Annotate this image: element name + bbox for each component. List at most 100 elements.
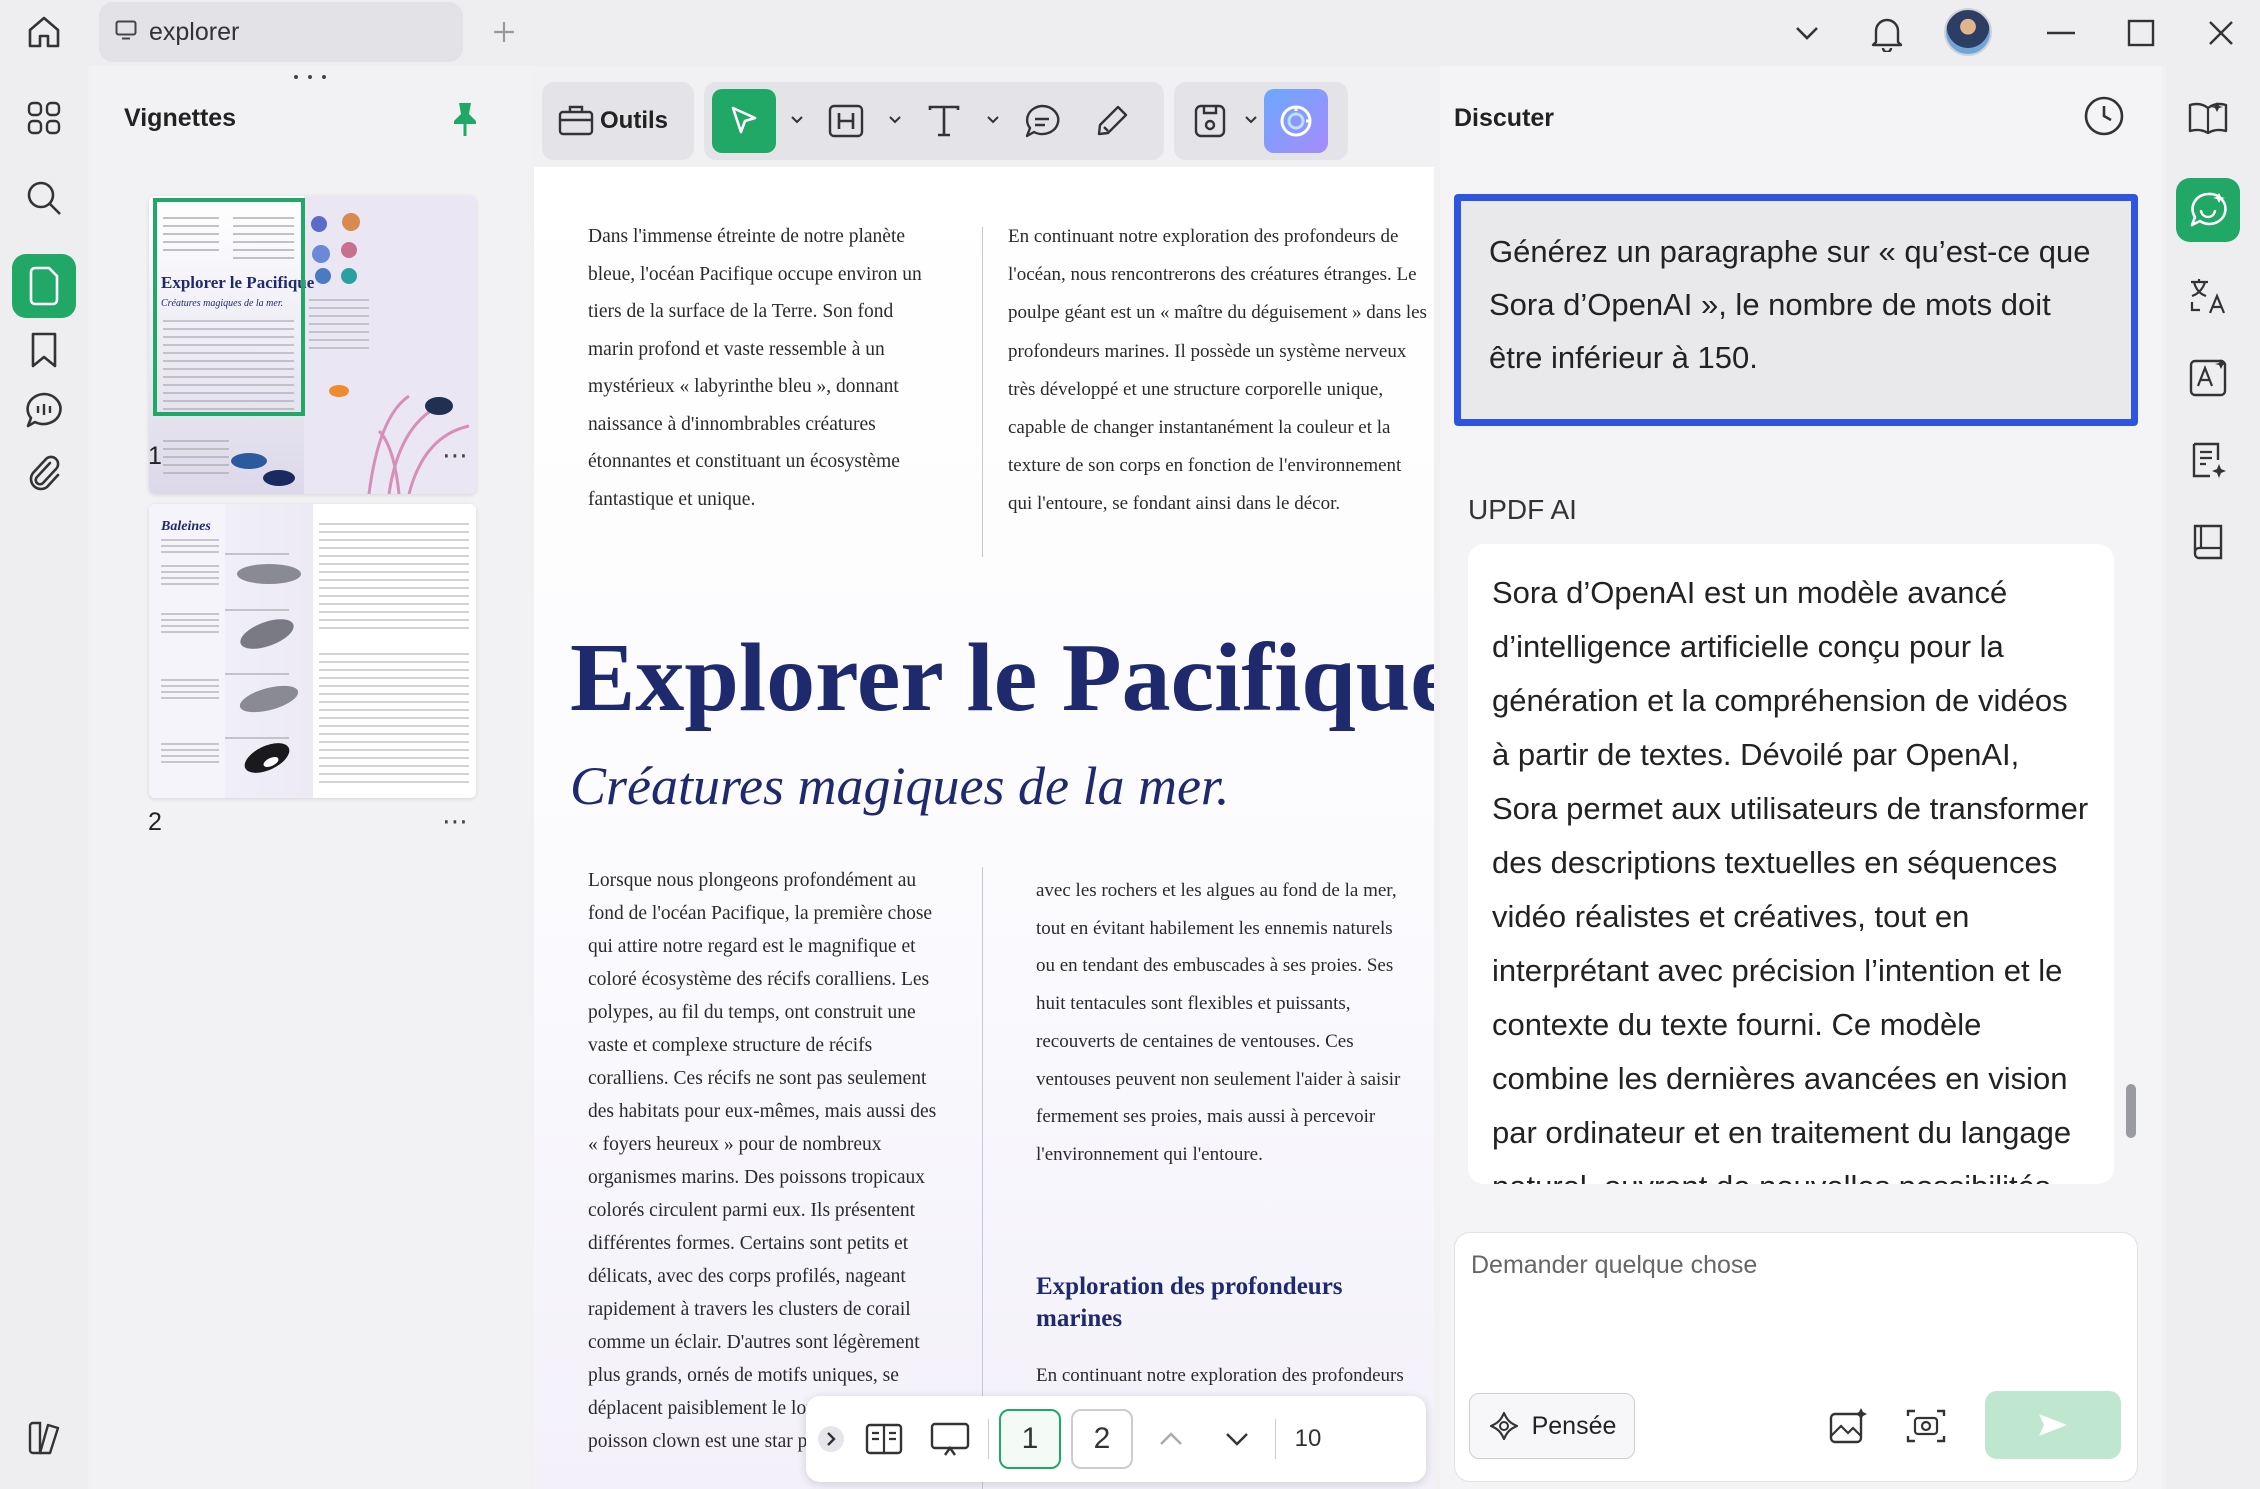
two-page-view-icon (865, 1423, 903, 1455)
body-right-column: avec les rochers et les algues au fond d… (1036, 880, 1401, 1165)
previous-page-button[interactable] (1143, 1409, 1199, 1469)
page-2-preview: Baleines (149, 504, 476, 798)
cursor-arrow-icon (731, 106, 757, 134)
user-prompt-text: Générez un paragraphe sur « qu’est-ce qu… (1489, 234, 2091, 375)
document-subtitle: Créatures magiques de la mer. (570, 756, 1230, 816)
text-chevron-icon[interactable] (986, 112, 1000, 130)
thumb2-title: Baleines (160, 519, 211, 534)
ocr-text-recognition-icon[interactable] (2176, 346, 2240, 410)
ai-chat-icon[interactable] (2176, 178, 2240, 242)
chat-panel: Discuter Générez un paragraphe sur « qu’… (1440, 66, 2162, 1489)
apps-grid-icon[interactable] (12, 86, 76, 150)
new-tab-plus-icon[interactable] (484, 12, 524, 52)
tools-group: Outils (542, 82, 694, 160)
thumbnails-page-icon[interactable] (12, 254, 76, 318)
left-rail (0, 66, 88, 1489)
page-1-button[interactable]: 1 (999, 1409, 1061, 1469)
page-thumbnail-1[interactable]: Explorer le Pacifique Créatures magiques… (149, 196, 476, 494)
summarize-document-icon[interactable] (2176, 428, 2240, 492)
intro-left-column: Dans l'immense étreinte de notre planète… (588, 226, 922, 510)
page-1-more-button[interactable]: ⋯ (442, 440, 469, 471)
document-title: Explorer le Pacifique (570, 624, 1434, 732)
comments-icon[interactable] (12, 378, 76, 442)
close-icon[interactable] (2196, 8, 2246, 58)
save-icon (1194, 104, 1226, 138)
save-ai-group (1174, 82, 1348, 160)
save-chevron-icon[interactable] (1244, 112, 1258, 130)
title-bar: explorer (0, 0, 2260, 66)
chevron-right-circle-icon (818, 1426, 844, 1452)
chevron-down-icon (1226, 1433, 1248, 1446)
select-tool-chevron-icon[interactable] (790, 112, 804, 130)
attachment-paperclip-icon[interactable] (12, 440, 76, 504)
select-tool-button[interactable] (712, 89, 776, 153)
page-number-2: 2 (148, 808, 162, 836)
send-button[interactable] (1985, 1391, 2121, 1459)
reading-mode-book-icon[interactable] (2176, 86, 2240, 150)
panel-resize-grip-icon[interactable] (292, 74, 328, 80)
page-2-more-button[interactable]: ⋯ (442, 806, 469, 837)
bookmark-icon[interactable] (12, 318, 76, 382)
avatar[interactable] (1944, 8, 1992, 56)
page-view-button[interactable] (856, 1409, 912, 1469)
chevron-down-icon[interactable] (1782, 8, 1832, 58)
monitor-icon (115, 20, 137, 45)
home-icon[interactable] (22, 10, 66, 54)
minimize-icon[interactable] (2036, 8, 2086, 58)
tab-title: explorer (149, 17, 240, 46)
chat-input[interactable] (1471, 1251, 2111, 1331)
tools-label: Outils (600, 107, 669, 134)
draw-tool-button[interactable] (1084, 89, 1140, 153)
chat-input-container: Pensée (1454, 1232, 2138, 1482)
save-tool-button[interactable] (1182, 89, 1238, 153)
text-tool-button[interactable] (916, 89, 972, 153)
document-tab[interactable]: explorer (99, 2, 463, 62)
comment-tool-button[interactable] (1014, 89, 1070, 153)
body-left-column: Lorsque nous plongeons profondément au f… (588, 870, 937, 1452)
ai-response-message: Sora d’OpenAI est un modèle avancé d’int… (1468, 544, 2114, 1184)
zoom-field[interactable]: 10 (1286, 1409, 1330, 1469)
search-icon[interactable] (12, 166, 76, 230)
panel-title: Vignettes (124, 104, 237, 132)
pin-icon[interactable] (450, 100, 480, 143)
page-navigation-bar: 1 2 10 (806, 1396, 1426, 1482)
ai-sender-label: UPDF AI (1468, 494, 1577, 525)
heading-tool-button[interactable] (818, 89, 874, 153)
pdf-page: Dans l'immense étreinte de notre planète… (534, 167, 1434, 1489)
image-ai-icon[interactable] (1821, 1399, 1875, 1453)
column-divider (982, 227, 983, 557)
user-prompt-message: Générez un paragraphe sur « qu’est-ce qu… (1454, 194, 2138, 426)
book-reader-icon[interactable] (2176, 510, 2240, 574)
comment-bubble-icon (1025, 104, 1060, 138)
heading-chevron-icon[interactable] (888, 112, 902, 130)
next-page-button[interactable] (1209, 1409, 1265, 1469)
tools-button[interactable]: Outils (550, 89, 676, 153)
main-toolbar: Outils (542, 76, 1428, 166)
heading-icon (828, 104, 864, 138)
send-arrow-icon (2039, 1414, 2067, 1436)
thumb1-title: Explorer le Pacifique (161, 273, 315, 292)
thinking-mode-button[interactable]: Pensée (1469, 1393, 1635, 1459)
toolbox-icon (558, 102, 594, 141)
layers-icon[interactable] (12, 1406, 76, 1470)
presentation-button[interactable] (922, 1409, 978, 1469)
ai-assistant-icon (1280, 105, 1312, 137)
nav-separator-2 (1275, 1419, 1276, 1459)
history-clock-icon[interactable] (2082, 94, 2126, 143)
presentation-icon (930, 1422, 970, 1456)
right-rail (2166, 66, 2260, 1489)
bell-icon[interactable] (1862, 8, 1912, 58)
translate-icon[interactable] (2176, 264, 2240, 328)
ai-assistant-button[interactable] (1264, 89, 1328, 153)
chat-scrollbar[interactable] (2126, 1084, 2136, 1138)
chevron-up-icon (1160, 1432, 1182, 1445)
collapse-nav-button[interactable] (816, 1409, 846, 1469)
screenshot-camera-icon[interactable] (1899, 1399, 1953, 1453)
document-area: Outils Dans l'immense étreinte de notre … (534, 66, 1436, 1489)
maximize-icon[interactable] (2116, 8, 2166, 58)
page-thumbnail-2[interactable]: Baleines (149, 504, 476, 798)
text-icon (928, 105, 960, 137)
page-2-button[interactable]: 2 (1071, 1409, 1133, 1469)
intro-right-column: En continuant notre exploration des prof… (1008, 226, 1427, 515)
brain-sparkle-icon (1489, 1411, 1518, 1441)
